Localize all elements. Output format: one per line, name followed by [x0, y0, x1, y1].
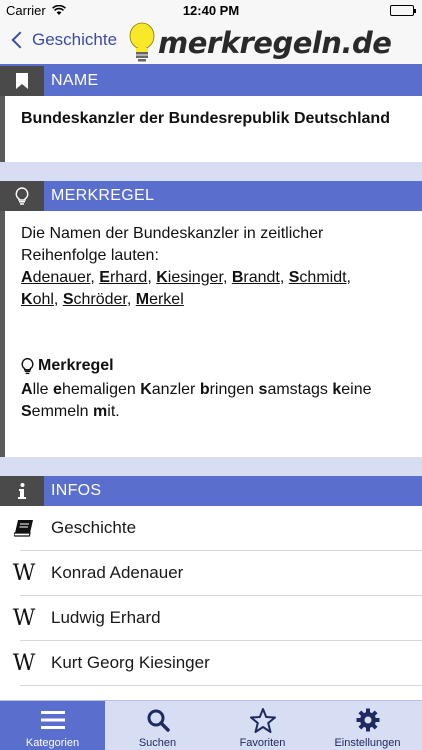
chancellor-name: Schröder — [62, 291, 127, 308]
tab-kategorien[interactable]: Kategorien — [0, 701, 105, 750]
chancellor-name: Erhard — [99, 269, 148, 286]
book-icon — [12, 516, 36, 540]
battery-icon — [390, 5, 416, 16]
logo: merkregeln.de — [124, 22, 392, 66]
section-title: NAME — [51, 72, 99, 89]
chancellor-name: Schmidt — [288, 269, 347, 286]
info-item-label: Konrad Adenauer — [51, 563, 184, 582]
chancellor-name: Kohl — [21, 291, 54, 308]
chevron-left-icon — [11, 31, 29, 49]
lightbulb-icon — [21, 357, 34, 375]
info-list: Geschichte W Konrad Adenauer W Ludwig Er… — [0, 506, 422, 700]
wikipedia-icon: W — [12, 650, 36, 676]
tab-einstellungen[interactable]: Einstellungen — [315, 701, 420, 750]
gear-icon — [315, 707, 420, 733]
menu-icon — [0, 707, 105, 733]
section-title: MERKREGEL — [51, 187, 155, 204]
name-text: Bundeskanzler der Bundesrepublik Deutsch… — [21, 110, 390, 127]
info-item-label: Geschichte — [51, 518, 137, 537]
navigation-bar: Geschichte merkregeln.de — [0, 22, 422, 66]
back-button-label: Geschichte — [32, 30, 118, 49]
section-header-infos: INFOS — [0, 476, 422, 506]
mnemonic-word: Semmeln — [21, 403, 89, 420]
mnemonic-word: bringen — [199, 381, 255, 398]
info-item-geschichte[interactable]: Geschichte — [0, 506, 422, 551]
mnemonic-word: Kanzler — [140, 381, 196, 398]
tab-bar: Kategorien Suchen Favoriten Einstellunge… — [0, 700, 422, 750]
rule-card: Die Namen der Bundeskanzler in zeitliche… — [0, 211, 422, 457]
name-card: Bundeskanzler der Bundesrepublik Deutsch… — [0, 96, 422, 162]
info-item-label: Kurt Georg Kiesinger — [51, 653, 210, 672]
wikipedia-icon: W — [12, 605, 36, 631]
tab-label: Kategorien — [25, 737, 80, 749]
tab-label: Suchen — [138, 737, 177, 749]
info-item-label: Ludwig Erhard — [51, 608, 161, 627]
mnemonic-heading: Merkregel — [21, 357, 114, 375]
star-icon — [210, 707, 315, 733]
chancellor-name: Brandt — [231, 269, 280, 286]
rule-text: Die Namen der Bundeskanzler in zeitliche… — [21, 223, 401, 311]
info-item-kurt-georg-kiesinger[interactable]: W Kurt Georg Kiesinger — [0, 641, 422, 686]
section-header-rule: MERKREGEL — [0, 181, 422, 211]
back-button[interactable]: Geschichte — [10, 30, 117, 50]
chancellor-name: Adenauer — [21, 269, 91, 286]
mnemonic-word: samstags — [258, 381, 328, 398]
tab-label: Einstellungen — [334, 737, 401, 749]
info-icon — [0, 476, 44, 506]
section-header-name: NAME — [0, 66, 422, 96]
rule-intro: Die Namen der Bundeskanzler in zeitliche… — [21, 225, 324, 264]
chancellor-name: Merkel — [135, 291, 184, 308]
wikipedia-icon: W — [12, 560, 36, 586]
mnemonic-word: mit. — [93, 403, 120, 420]
tab-suchen[interactable]: Suchen — [105, 701, 210, 750]
search-icon — [105, 707, 210, 733]
info-item-konrad-adenauer[interactable]: W Konrad Adenauer — [0, 551, 422, 596]
bookmark-icon — [0, 66, 44, 96]
tab-label: Favoriten — [239, 737, 286, 749]
mnemonic-text: Alle ehemaligen Kanzler bringen samstags… — [21, 379, 406, 423]
chancellor-name: Kiesinger — [156, 269, 223, 286]
lightbulb-icon — [0, 181, 44, 211]
tab-favoriten[interactable]: Favoriten — [210, 701, 315, 750]
mnemonic-word: Alle — [21, 381, 49, 398]
status-bar: Carrier 12:40 PM — [0, 0, 422, 22]
mnemonic-word: keine — [332, 381, 372, 398]
names-list: Adenauer, Erhard, Kiesinger, Brandt, Sch… — [21, 269, 351, 308]
info-item-ludwig-erhard[interactable]: W Ludwig Erhard — [0, 596, 422, 641]
clock: 12:40 PM — [182, 3, 240, 18]
mnemonic-word: ehemaligen — [53, 381, 136, 398]
mnemonic-heading-text: Merkregel — [38, 357, 114, 374]
section-title: INFOS — [51, 482, 102, 499]
logo-text: merkregeln.de — [158, 26, 392, 60]
